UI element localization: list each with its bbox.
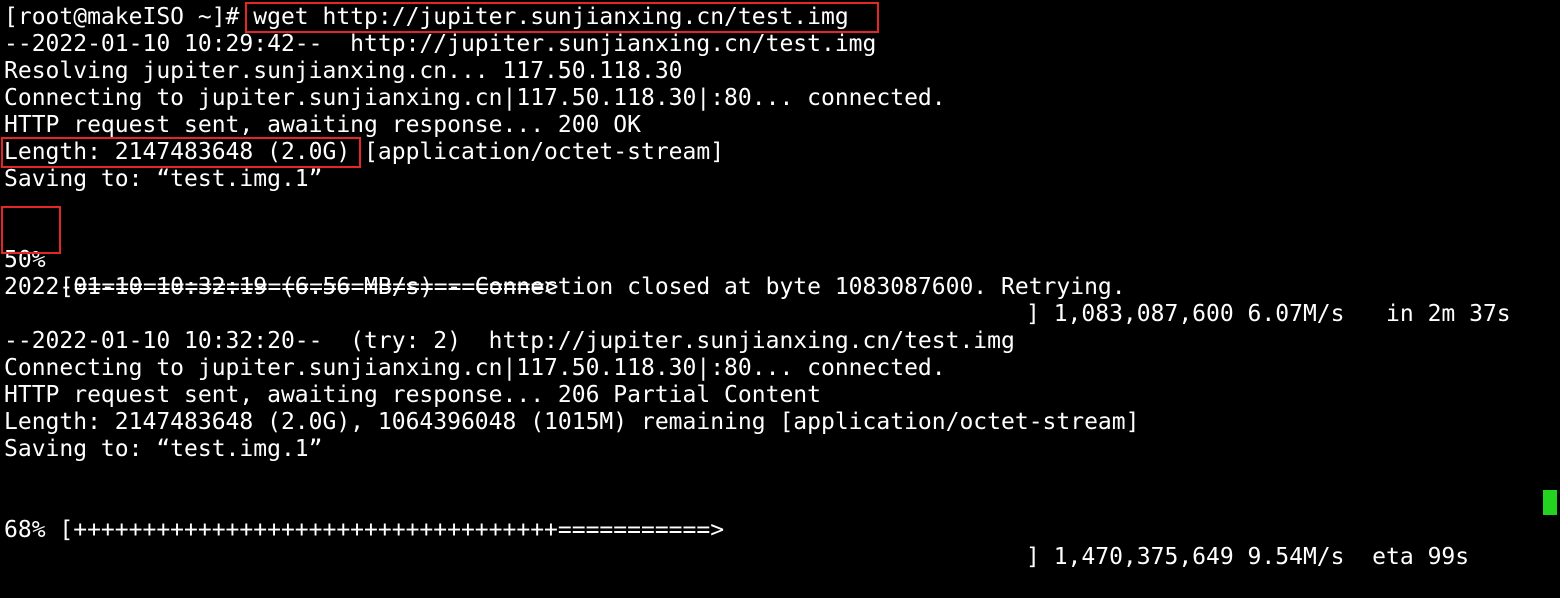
percent-highlight-box xyxy=(1,206,61,254)
output-line: Connecting to jupiter.sunjianxing.cn|117… xyxy=(4,85,946,111)
progress-stats-current: ] 1,470,375,649 9.54M/s eta 99s xyxy=(1026,544,1470,570)
output-line: --2022-01-10 10:29:42-- http://jupiter.s… xyxy=(4,31,877,57)
output-line: Resolving jupiter.sunjianxing.cn... 117.… xyxy=(4,58,683,84)
retry-line: HTTP request sent, awaiting response... … xyxy=(4,382,821,408)
command-highlight-box xyxy=(245,2,879,33)
progress-line-current: 68% [+++++++++++++++++++++++++++++++++++… xyxy=(0,490,1560,570)
retry-line: --2022-01-10 10:32:20-- (try: 2) http://… xyxy=(4,328,1015,354)
progress-line: 50% [==================================>… xyxy=(0,220,1560,327)
terminal-window[interactable]: [root@makeISO ~]# wget http://jupiter.su… xyxy=(0,0,1560,570)
length-type: [application/octet-stream] xyxy=(350,139,725,165)
retry-line: Saving to: “test.img.1” xyxy=(4,436,323,462)
retry-line: Connecting to jupiter.sunjianxing.cn|117… xyxy=(4,355,946,381)
progress-stats: ] 1,083,087,600 6.07M/s in 2m 37s xyxy=(1026,301,1511,327)
output-line: HTTP request sent, awaiting response... … xyxy=(4,112,641,138)
shell-prompt: [root@makeISO ~]# xyxy=(4,4,254,30)
connection-closed-line: 2022-01-10 10:32:19 (6.56 MB/s) - Connec… xyxy=(4,274,1126,300)
length-highlight-box xyxy=(1,137,361,168)
retry-line: Length: 2147483648 (2.0G), 1064396048 (1… xyxy=(4,409,1140,435)
progress-bar-current: 68% [+++++++++++++++++++++++++++++++++++… xyxy=(4,517,725,543)
terminal-cursor xyxy=(1543,490,1557,515)
saving-line: Saving to: “test.img.1” xyxy=(4,166,323,192)
